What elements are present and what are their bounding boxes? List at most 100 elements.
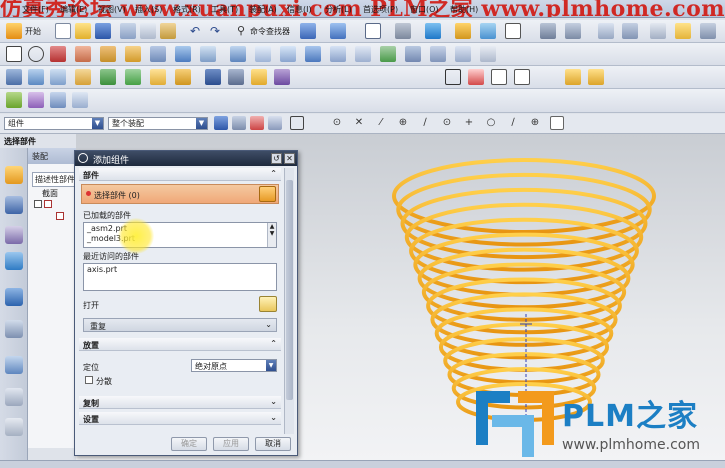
snap-mid-icon[interactable]	[268, 116, 282, 130]
snap-grid-icon[interactable]: +	[462, 116, 476, 130]
nav-column-header[interactable]: 描述性部件	[32, 172, 78, 187]
arc-icon[interactable]	[50, 46, 66, 62]
snap-existing-icon[interactable]: ⊙	[440, 116, 454, 130]
helix-icon[interactable]	[125, 46, 141, 62]
apply-button[interactable]: 应用	[213, 437, 249, 451]
loaded-parts-list[interactable]: _asm2.prt _model3.prt ▲ ▼	[83, 222, 277, 248]
part-color-icon[interactable]	[455, 23, 471, 39]
trim-icon[interactable]	[430, 46, 446, 62]
menu-format[interactable]: 格式(R)	[173, 4, 201, 15]
menu-analysis[interactable]: 分析(L)	[325, 4, 352, 15]
fit-icon[interactable]	[480, 23, 496, 39]
explode-icon[interactable]	[205, 69, 221, 85]
repeat-dropdown[interactable]: 重复 ⌄	[83, 318, 277, 332]
reposition-icon[interactable]	[75, 69, 91, 85]
note-icon[interactable]	[491, 69, 507, 85]
bom-icon[interactable]	[251, 69, 267, 85]
pocket-icon[interactable]	[280, 46, 296, 62]
pan-icon[interactable]	[565, 23, 581, 39]
assembly-save-icon[interactable]	[588, 69, 604, 85]
reset-icon[interactable]: ↺	[271, 153, 282, 164]
triangle-icon[interactable]	[445, 69, 461, 85]
menu-window[interactable]: 窗口(O)	[410, 4, 439, 15]
rotate-icon[interactable]	[540, 23, 556, 39]
nav-check-icon[interactable]	[56, 212, 64, 220]
nav-check-icon[interactable]	[44, 200, 52, 208]
snap-control-icon[interactable]: ⊕	[528, 116, 542, 130]
mate-icon[interactable]	[100, 69, 116, 85]
spline-icon[interactable]	[100, 46, 116, 62]
reuse-library-tab-icon[interactable]	[5, 252, 23, 270]
more-tools-icon[interactable]	[700, 23, 716, 39]
unite-icon[interactable]	[455, 46, 471, 62]
snap-point-icon[interactable]	[232, 116, 246, 130]
extrude-icon[interactable]	[150, 46, 166, 62]
attribute-icon[interactable]	[72, 92, 88, 108]
scope-dropdown[interactable]: 整个装配 ▼	[108, 117, 208, 130]
snap-box-icon[interactable]	[290, 116, 304, 130]
new-file-icon[interactable]	[55, 23, 71, 39]
menu-view[interactable]: 视图(V)	[98, 4, 126, 15]
hole-icon[interactable]	[230, 46, 246, 62]
blend-icon[interactable]	[305, 46, 321, 62]
subtract-icon[interactable]	[480, 46, 496, 62]
undo-icon[interactable]: ↶	[187, 23, 203, 39]
part-group-header[interactable]: 部件 ⌃	[79, 168, 281, 181]
cancel-button[interactable]: 取消	[255, 437, 291, 451]
sequence-icon[interactable]	[228, 69, 244, 85]
constraint-navigator-tab-icon[interactable]	[5, 196, 23, 214]
select-icon[interactable]	[300, 23, 316, 39]
assembly-navigator-tab-icon[interactable]	[5, 166, 23, 184]
snap-center-icon[interactable]: ⊙	[330, 116, 344, 130]
open-folder-icon[interactable]	[75, 23, 91, 39]
list-item[interactable]: _model3.prt	[84, 233, 276, 243]
cut-icon[interactable]	[120, 23, 136, 39]
position-dropdown[interactable]: 绝对原点 ▼	[191, 359, 277, 372]
polygon-icon[interactable]	[75, 46, 91, 62]
nav-expand-icon[interactable]	[34, 200, 42, 208]
menu-help[interactable]: 帮助(H)	[450, 4, 478, 15]
copy-group-header[interactable]: 复制 ⌄	[79, 396, 281, 409]
snap-on-curve-icon[interactable]: ∕	[418, 116, 432, 130]
revolve-icon[interactable]	[175, 46, 191, 62]
layer-icon[interactable]	[330, 23, 346, 39]
save-icon[interactable]	[95, 23, 111, 39]
frame-icon[interactable]	[505, 23, 521, 39]
knowledge-icon[interactable]	[28, 92, 44, 108]
boss-icon[interactable]	[255, 46, 271, 62]
measure-icon[interactable]	[650, 23, 666, 39]
list-item[interactable]: _asm2.prt	[84, 223, 276, 233]
component-array-icon[interactable]	[150, 69, 166, 85]
snap-offset-icon[interactable]: ∕	[506, 116, 520, 130]
snap-tangent-icon[interactable]: ⁄	[374, 116, 388, 130]
history-tab-icon[interactable]	[5, 356, 23, 374]
nav-row-section[interactable]: 截面	[42, 188, 58, 199]
render-icon[interactable]	[395, 23, 411, 39]
internet-browser-tab-icon[interactable]	[5, 288, 23, 306]
recent-parts-list[interactable]: axis.prt	[83, 263, 277, 291]
circle-icon[interactable]	[28, 46, 44, 62]
close-icon[interactable]: ✕	[284, 153, 295, 164]
redo-icon[interactable]: ↷	[207, 23, 223, 39]
start-icon[interactable]	[6, 23, 22, 39]
snap-face-icon[interactable]	[550, 116, 564, 130]
settings-group-header[interactable]: 设置 ⌄	[79, 412, 281, 425]
list-item[interactable]: axis.prt	[84, 264, 276, 274]
paste-icon[interactable]	[160, 23, 176, 39]
snap-end-icon[interactable]	[250, 116, 264, 130]
wave-icon[interactable]	[175, 69, 191, 85]
wcs-icon[interactable]	[598, 23, 614, 39]
mirror-icon[interactable]	[405, 46, 421, 62]
select-part-row[interactable]: 选择部件 (0)	[81, 184, 279, 204]
snap-intersect-icon[interactable]: ✕	[352, 116, 366, 130]
markup-icon[interactable]	[468, 69, 484, 85]
rectangle-icon[interactable]	[6, 46, 22, 62]
placement-group-header[interactable]: 放置 ⌃	[79, 338, 281, 351]
menu-preferences[interactable]: 首选项(P)	[363, 4, 398, 15]
menu-tools[interactable]: 工具(T)	[211, 4, 238, 15]
view-icon[interactable]	[365, 23, 381, 39]
check-icon[interactable]	[6, 92, 22, 108]
table-icon[interactable]	[514, 69, 530, 85]
roles-tab-icon[interactable]	[5, 418, 23, 436]
scatter-checkbox[interactable]	[85, 376, 93, 384]
